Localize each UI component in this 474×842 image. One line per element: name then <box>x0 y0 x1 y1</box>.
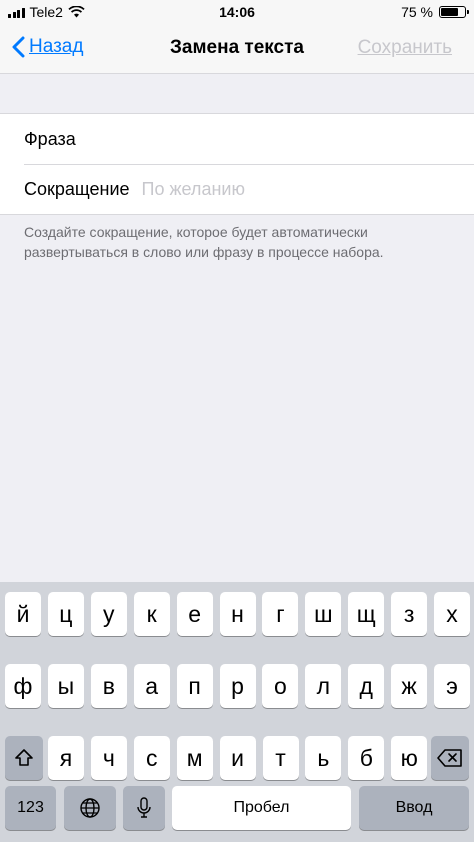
key-ж[interactable]: ж <box>391 664 428 708</box>
text-replacement-form: Фраза Сокращение По желанию <box>0 113 474 215</box>
key-й[interactable]: й <box>5 592 41 636</box>
shift-icon <box>15 749 33 766</box>
numbers-key[interactable]: 123 <box>5 786 56 830</box>
key-я[interactable]: я <box>48 736 84 780</box>
shift-key[interactable] <box>5 736 43 780</box>
key-ч[interactable]: ч <box>90 736 127 780</box>
save-button[interactable]: Сохранить <box>358 37 452 59</box>
key-а[interactable]: а <box>133 664 170 708</box>
key-ф[interactable]: ф <box>5 664 41 708</box>
status-right: 75 % <box>401 4 469 20</box>
status-bar: Tele2 14:06 75 % <box>0 0 474 24</box>
navigation-bar: Назад Замена текста Сохранить <box>0 24 474 74</box>
phrase-label: Фраза <box>24 128 76 149</box>
key-ц[interactable]: ц <box>47 592 84 636</box>
return-key[interactable]: Ввод <box>359 786 469 830</box>
key-у[interactable]: у <box>90 592 127 636</box>
key-ь[interactable]: ь <box>305 736 342 780</box>
key-е[interactable]: е <box>176 592 213 636</box>
key-ы[interactable]: ы <box>47 664 84 708</box>
key-э[interactable]: э <box>434 664 470 708</box>
key-б[interactable]: б <box>348 736 385 780</box>
key-н[interactable]: н <box>219 592 256 636</box>
battery-icon <box>439 6 469 18</box>
globe-icon <box>80 798 100 818</box>
key-г[interactable]: г <box>262 592 299 636</box>
key-т[interactable]: т <box>262 736 299 780</box>
key-х[interactable]: х <box>434 592 470 636</box>
microphone-key[interactable] <box>123 786 165 830</box>
keyboard: 123 Пробел Ввод йцукенгшщзх фывапролджэ яч… <box>0 582 474 842</box>
key-о[interactable]: о <box>262 664 299 708</box>
key-ш[interactable]: ш <box>305 592 342 636</box>
microphone-icon <box>137 797 151 818</box>
battery-fill <box>441 8 459 16</box>
key-в[interactable]: в <box>90 664 127 708</box>
key-м[interactable]: м <box>176 736 213 780</box>
key-р[interactable]: р <box>219 664 256 708</box>
battery-percent: 75 % <box>401 4 433 20</box>
key-п[interactable]: п <box>176 664 213 708</box>
key-д[interactable]: д <box>348 664 385 708</box>
key-с[interactable]: с <box>133 736 170 780</box>
key-щ[interactable]: щ <box>348 592 385 636</box>
shortcut-help-text: Создайте сокращение, которое будет автом… <box>24 224 384 260</box>
space-key[interactable]: Пробел <box>172 786 351 830</box>
shortcut-field[interactable]: Сокращение По желанию <box>24 164 474 214</box>
key-к[interactable]: к <box>133 592 170 636</box>
key-ю[interactable]: ю <box>391 736 428 780</box>
shortcut-label: Сокращение <box>24 179 130 199</box>
globe-key[interactable] <box>64 786 116 830</box>
shortcut-placeholder: По желанию <box>141 179 245 199</box>
delete-icon <box>437 749 462 767</box>
key-л[interactable]: л <box>305 664 342 708</box>
phrase-field[interactable]: Фраза <box>0 114 474 164</box>
key-и[interactable]: и <box>219 736 256 780</box>
key-з[interactable]: з <box>391 592 428 636</box>
delete-key[interactable] <box>431 736 469 780</box>
